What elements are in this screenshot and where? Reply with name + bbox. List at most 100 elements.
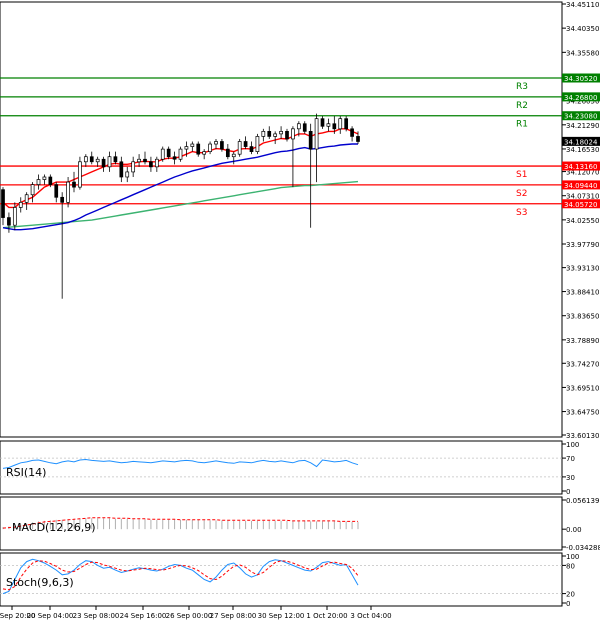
time-axis: 19 Sep 20:0020 Sep 04:0023 Sep 08:0024 S… (0, 606, 392, 620)
time-tick-label: 30 Sep 12:00 (258, 612, 305, 620)
rsi-panel-frame (0, 440, 563, 495)
macd-panel: 0.056139 0.00 -0.034288 MACD(12,26,9) (0, 496, 600, 552)
level-name-s1: S1 (516, 170, 527, 180)
price-tick-label: 33.60130 (566, 432, 599, 440)
candle-body (326, 123, 331, 127)
candle-body (302, 123, 307, 132)
candle-body (237, 141, 242, 155)
candle-body (172, 156, 177, 160)
candle-body (314, 118, 319, 150)
candle-body (83, 156, 88, 163)
time-tick-label: 23 Sep 08:00 (73, 612, 120, 620)
candle-body (166, 148, 171, 158)
candle-body (72, 181, 76, 188)
level-name-s3: S3 (516, 208, 527, 218)
candle-body (113, 156, 118, 163)
stoch-panel-tick-label: 0 (566, 600, 570, 608)
candle-body (308, 131, 313, 150)
candle-body (243, 141, 248, 147)
candle-body (279, 131, 283, 135)
macd-panel-tick-label: 0.00 (566, 526, 582, 534)
rsi-panel: 100 70 30 0 RSI(14) (0, 440, 579, 496)
price-tick-label: 33.78890 (566, 337, 599, 345)
candle-body (338, 118, 343, 130)
candle-body (196, 143, 201, 155)
candle-body (214, 141, 218, 145)
candle-body (202, 151, 207, 155)
price-plot-frame (0, 1, 563, 438)
candle-body (1, 189, 5, 218)
time-tick-label: 3 Oct 04:00 (350, 612, 391, 620)
candle-body (154, 158, 159, 168)
candle-body (119, 161, 124, 178)
rsi-label: RSI(14) (6, 466, 46, 479)
price-tick-label: 33.64750 (566, 409, 599, 417)
candle-body (30, 184, 35, 196)
candle-body (231, 153, 236, 158)
price-tick-label: 34.02550 (566, 217, 599, 225)
candle-body (7, 217, 11, 226)
level-price-tag: 34.09440 (564, 182, 597, 190)
candle-body (350, 128, 354, 137)
candle-body (344, 118, 349, 130)
rsi-panel-tick-label: 0 (566, 488, 570, 496)
candle-body (261, 131, 266, 137)
candle-body (48, 176, 53, 185)
candle-body (267, 131, 272, 137)
current-price-tag: 34.18024 (564, 138, 598, 146)
price-tick-label: 33.93130 (566, 265, 599, 273)
stoch-panel: 10080 200 Stoch(9,6,3) (0, 552, 579, 608)
candle-body (225, 148, 230, 158)
macd-panel-tick-label: 0.056139 (566, 497, 599, 505)
candle-body (143, 158, 147, 163)
level-name-r2: R2 (516, 101, 528, 111)
candle-body (249, 146, 254, 152)
macd-label: MACD(12,26,9) (12, 521, 96, 534)
stoch-panel-tick-label: 100 (566, 553, 579, 561)
price-tick-label: 34.16530 (566, 146, 599, 154)
candle-body (89, 156, 94, 163)
candle-body (320, 118, 325, 127)
candle-body (178, 148, 183, 160)
level-price-tag: 34.30520 (564, 75, 597, 83)
candle-body (24, 194, 29, 203)
price-tick-label: 33.88410 (566, 289, 599, 297)
time-tick-label: 1 Oct 20:00 (306, 612, 347, 620)
price-tick-label: 33.69510 (566, 384, 599, 392)
stoch-panel-tick-label: 20 (566, 591, 575, 599)
candle-body (285, 131, 289, 140)
time-tick-label: 26 Sep 00:00 (166, 612, 213, 620)
price-tick-label: 33.97790 (566, 241, 599, 249)
candle-body (149, 161, 153, 168)
price-tick-label: 33.83650 (566, 313, 599, 321)
stoch-panel-tick-label: 80 (566, 562, 575, 570)
price-tick-label: 33.74270 (566, 360, 599, 368)
candle-body (184, 146, 189, 150)
candle-body (78, 161, 82, 188)
price-tick-label: 34.21290 (566, 122, 599, 130)
stoch-label: Stoch(9,6,3) (6, 576, 74, 589)
level-price-tag: 34.13160 (564, 163, 597, 171)
candle-body (190, 143, 195, 147)
rsi-panel-tick-label: 30 (566, 474, 575, 482)
candle-body (296, 123, 301, 130)
price-tick-label: 34.40350 (566, 25, 599, 33)
candle-body (54, 184, 59, 198)
trading-chart: 34.4511034.4035034.3558034.3082034.26050… (0, 1, 600, 620)
price-tick-label: 34.35580 (566, 49, 599, 57)
candle-body (332, 123, 337, 130)
candle-body (66, 181, 70, 203)
candle-body (160, 148, 165, 160)
candle-body (125, 171, 130, 178)
rsi-panel-tick-label: 100 (566, 441, 579, 449)
price-tick-label: 34.45110 (566, 1, 599, 9)
time-tick-label: 20 Sep 04:00 (27, 612, 74, 620)
candle-body (107, 156, 112, 168)
level-price-tag: 34.05720 (564, 201, 597, 209)
time-tick-label: 27 Sep 08:00 (210, 612, 257, 620)
candle-body (291, 128, 295, 140)
candle-body (60, 196, 65, 203)
price-panel: 34.4511034.4035034.3558034.3082034.26050… (0, 1, 600, 440)
candle-body (220, 141, 224, 150)
level-name-s2: S2 (516, 189, 527, 199)
